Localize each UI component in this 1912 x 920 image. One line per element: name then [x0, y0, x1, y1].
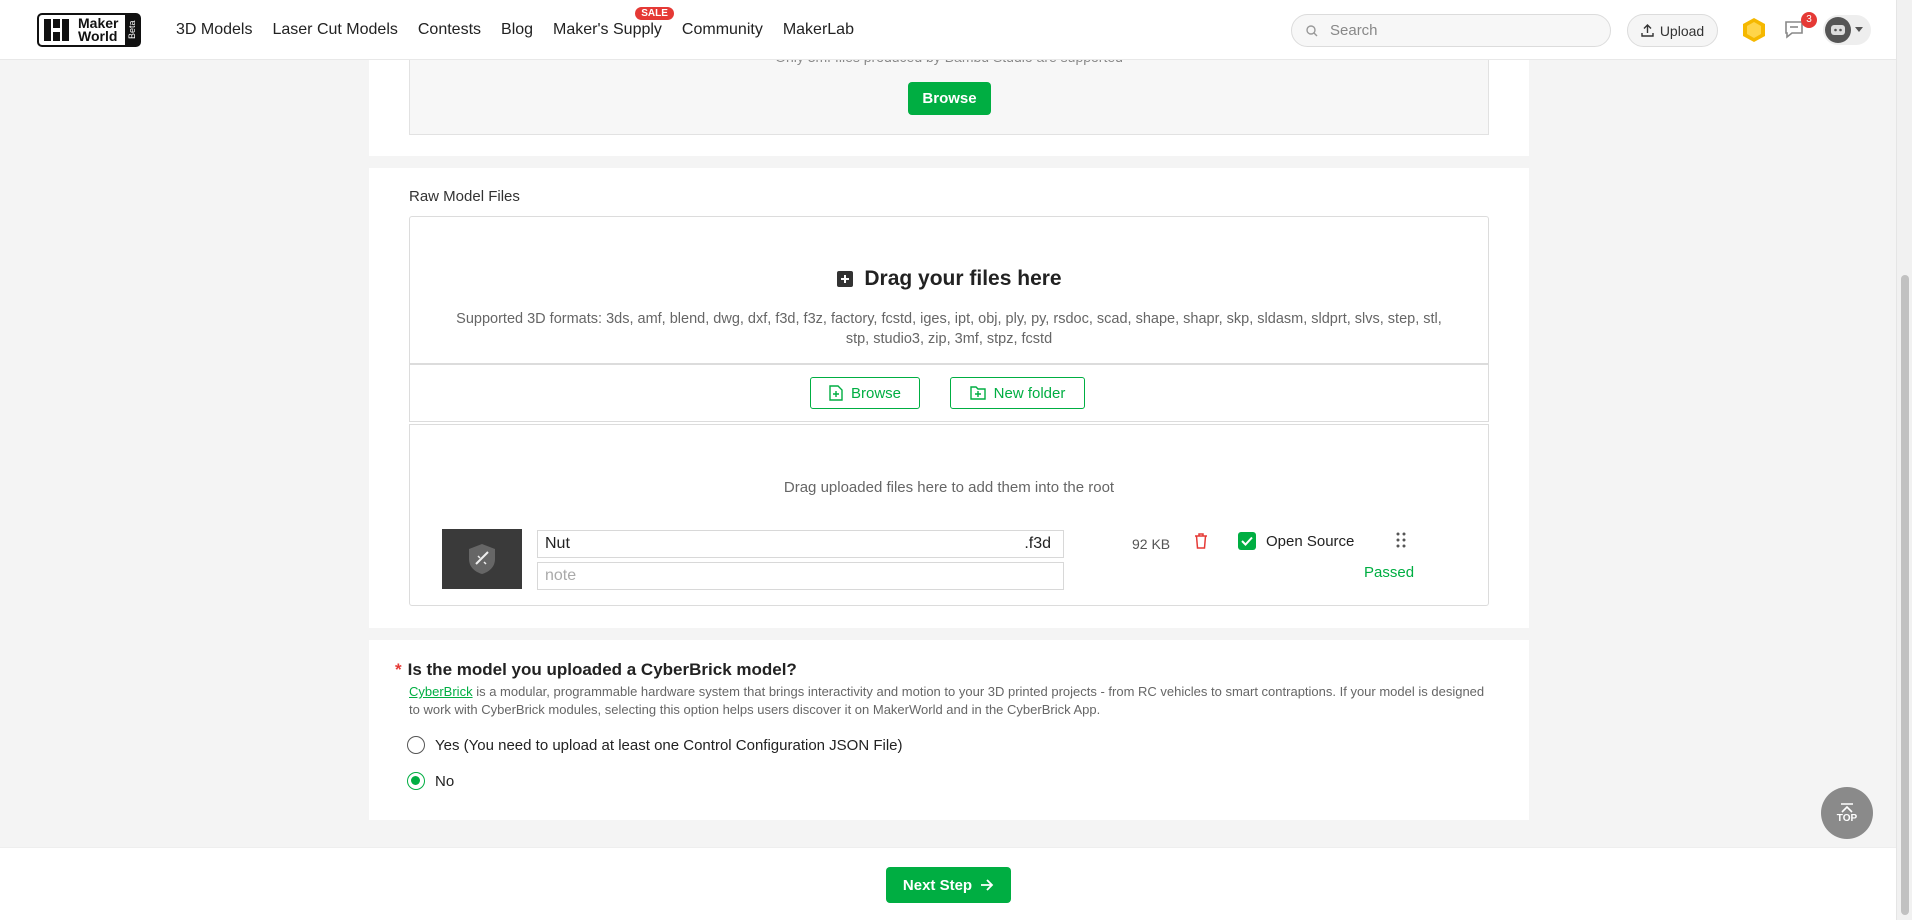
cyberbrick-option-no[interactable]: No [407, 772, 454, 790]
cyberbrick-question-text: Is the model you uploaded a CyberBrick m… [407, 660, 797, 679]
new-folder-button[interactable]: New folder [950, 377, 1085, 409]
search-icon [1306, 24, 1318, 36]
raw-browse-label: Browse [850, 384, 902, 402]
drag-handle-icon [1396, 532, 1406, 548]
next-step-label: Next Step [902, 876, 973, 894]
main-nav: 3D Models Laser Cut Models Contests Blog… [176, 0, 874, 60]
option-no-label: No [435, 772, 455, 790]
required-mark: * [395, 660, 402, 679]
cyberbrick-question: * Is the model you uploaded a CyberBrick … [395, 660, 797, 680]
option-yes-label: Yes (You need to upload at least one Con… [435, 736, 903, 754]
file-note-field[interactable]: note [537, 562, 1064, 590]
check-icon [1241, 536, 1253, 546]
cyberbrick-description-text: is a modular, programmable hardware syst… [409, 684, 1485, 717]
top-navbar: Maker World Beta 3D Models Laser Cut Mod… [0, 0, 1896, 60]
drag-title-text: Drag your files here [864, 267, 1062, 290]
arrow-right-icon [981, 879, 994, 891]
upload-button[interactable]: Upload [1627, 14, 1718, 47]
raw-model-files-section: Raw Model Files Drag your files here Sup… [369, 168, 1529, 628]
nav-makerlab[interactable]: MakerLab [783, 21, 854, 39]
upload-label: Upload [1659, 22, 1705, 39]
nav-contests[interactable]: Contests [418, 21, 481, 39]
raw-files-label: Raw Model Files [409, 188, 520, 205]
upload-actions-row: Browse New folder [409, 364, 1489, 422]
search-input[interactable] [1330, 22, 1580, 39]
search-box[interactable] [1291, 14, 1611, 47]
sale-badge: SALE [635, 7, 674, 20]
file-size: 92 KB [1132, 536, 1171, 552]
avatar [1825, 17, 1851, 43]
nav-3d-models[interactable]: 3D Models [176, 21, 252, 39]
nav-makers-supply[interactable]: Maker's Supply SALE [553, 7, 674, 39]
cyberbrick-section: * Is the model you uploaded a CyberBrick … [369, 640, 1529, 820]
drag-uploaded-hint: Drag uploaded files here to add them int… [783, 479, 1115, 496]
file-name-field[interactable]: Nut .f3d [537, 530, 1064, 558]
arrow-up-icon [1841, 802, 1853, 813]
nav-blog[interactable]: Blog [501, 21, 533, 39]
delete-file-button[interactable] [1194, 533, 1208, 554]
file-name: Nut [545, 535, 570, 552]
folder-plus-icon [969, 386, 986, 400]
next-step-button[interactable]: Next Step [886, 867, 1011, 903]
file-status: Passed [1364, 564, 1415, 581]
uploaded-files-area[interactable]: Drag uploaded files here to add them int… [409, 424, 1489, 606]
no-preview-icon [469, 544, 495, 574]
radio-yes[interactable] [407, 736, 425, 754]
logo-beta: Beta [125, 15, 139, 45]
open-source-label: Open Source [1266, 533, 1355, 550]
nav-laser-cut-models[interactable]: Laser Cut Models [272, 21, 397, 39]
cyberbrick-description: CyberBrick is a modular, programmable ha… [409, 683, 1489, 719]
logo-text: Maker World [78, 15, 119, 44]
trash-icon [1195, 533, 1207, 549]
radio-no[interactable] [407, 772, 425, 790]
file-add-icon [837, 271, 854, 287]
raw-browse-button[interactable]: Browse [810, 377, 920, 409]
drag-handle[interactable] [1396, 532, 1406, 553]
notification-count: 3 [1801, 12, 1817, 28]
user-menu[interactable] [1823, 15, 1871, 45]
new-folder-label: New folder [993, 384, 1066, 402]
back-to-top-button[interactable]: TOP [1821, 787, 1873, 839]
studio-browse-button[interactable]: Browse [908, 82, 991, 115]
chevron-down-icon [1855, 27, 1863, 32]
nav-makers-supply-label: Maker's Supply [553, 21, 662, 38]
page-scrollbar[interactable] [1896, 0, 1912, 920]
makerworld-logo[interactable]: Maker World Beta [37, 13, 141, 47]
notification-icon[interactable]: 3 [1783, 12, 1817, 44]
scrollbar-thumb[interactable] [1901, 275, 1909, 915]
cyberbrick-link[interactable]: CyberBrick [409, 684, 473, 699]
supported-formats: Supported 3D formats: 3ds, amf, blend, d… [456, 311, 1442, 347]
drag-title: Drag your files here [410, 267, 1488, 291]
open-source-checkbox[interactable] [1238, 532, 1256, 550]
upload-icon [1641, 24, 1654, 37]
logo-mark-icon [42, 17, 72, 43]
back-to-top-label: TOP [1836, 812, 1858, 824]
file-plus-icon [829, 385, 843, 401]
file-thumbnail [442, 529, 522, 589]
raw-files-dropzone[interactable]: Drag your files here Supported 3D format… [409, 216, 1489, 364]
file-extension: .f3d [1024, 535, 1051, 552]
footer-bar: Next Step [0, 847, 1896, 920]
points-icon[interactable] [1741, 17, 1767, 43]
nav-community[interactable]: Community [682, 21, 763, 39]
cyberbrick-option-yes[interactable]: Yes (You need to upload at least one Con… [407, 736, 903, 754]
